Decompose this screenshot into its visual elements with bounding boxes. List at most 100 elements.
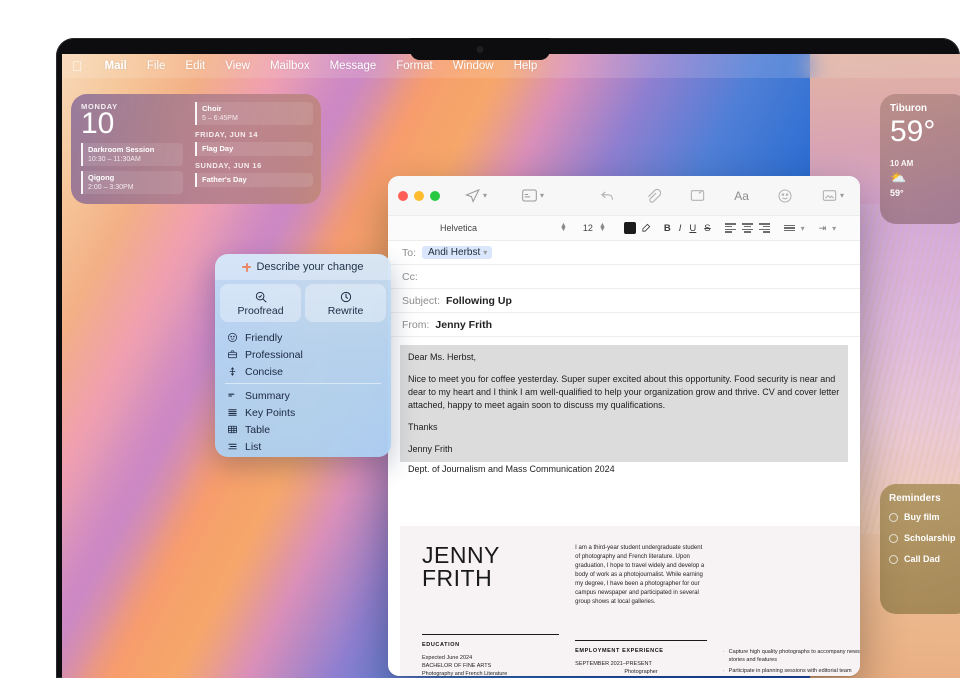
font-family-select[interactable]: Helvetica [440, 223, 560, 233]
menu-item-help[interactable]: Help [504, 60, 548, 72]
align-left-icon[interactable] [725, 223, 736, 232]
text-color-swatch[interactable] [624, 222, 636, 234]
markup-button[interactable] [683, 188, 712, 203]
font-size-stepper[interactable]: ▲▼ [599, 224, 606, 232]
format-key-points[interactable]: Key Points [215, 404, 391, 421]
reminder-item[interactable]: Buy film [889, 512, 960, 522]
reminder-item[interactable]: Call Dad [889, 554, 960, 564]
maximize-button[interactable] [430, 191, 440, 201]
calendar-event-time: 10:30 – 11:30AM [88, 155, 183, 164]
subject-field-row[interactable]: Subject: Following Up [388, 289, 860, 313]
emoji-button[interactable] [771, 188, 799, 204]
stationery-button[interactable]: ▾ [515, 188, 550, 203]
calendar-event-title: Darkroom Session [88, 145, 183, 155]
webcam-icon [477, 46, 484, 53]
undo-button[interactable] [593, 187, 622, 204]
menu-item-mail[interactable]: Mail [95, 60, 137, 72]
highlighter-icon[interactable] [641, 222, 652, 235]
bullet-dot-icon: · [723, 648, 725, 664]
chevron-down-icon[interactable]: ▾ [483, 248, 487, 257]
calendar-event[interactable]: Darkroom Session 10:30 – 11:30AM [81, 143, 183, 166]
subject-label: Subject: [402, 295, 440, 307]
font-size-select[interactable]: 12 [577, 223, 599, 233]
reminder-label: Call Dad [904, 554, 940, 564]
chevron-down-icon[interactable]: ▾ [483, 191, 487, 200]
align-center-icon[interactable] [742, 223, 753, 232]
underline-button[interactable]: U [685, 223, 700, 234]
attach-button[interactable] [638, 187, 667, 204]
apple-logo-icon[interactable]:  [72, 59, 83, 73]
to-field-row[interactable]: To: Andi Herbst ▾ [388, 241, 860, 265]
font-family-stepper[interactable]: ▲▼ [560, 224, 567, 232]
tone-professional[interactable]: Professional [215, 346, 391, 363]
proofread-label: Proofread [237, 305, 283, 317]
calendar-widget[interactable]: MONDAY 10 Darkroom Session 10:30 – 11:30… [71, 94, 321, 204]
italic-button[interactable]: I [675, 223, 686, 234]
window-controls [398, 191, 440, 201]
strikethrough-button[interactable]: S [700, 223, 714, 234]
markup-icon [689, 188, 706, 203]
photos-button[interactable]: ▾ [815, 188, 850, 203]
rewrite-button[interactable]: Rewrite [305, 284, 386, 322]
chevron-down-icon[interactable]: ▾ [840, 191, 844, 200]
resume-bullet-text: Participate in planning sessions with ed… [729, 667, 852, 675]
checkbox-circle-icon[interactable] [889, 534, 898, 543]
bold-button[interactable]: B [660, 223, 675, 234]
format-summary[interactable]: Summary [215, 387, 391, 404]
checkbox-circle-icon[interactable] [889, 513, 898, 522]
key-points-icon [227, 407, 238, 418]
align-right-icon[interactable] [759, 223, 770, 232]
writing-tools-list: Friendly Professional Concise Summa [215, 325, 391, 457]
format-summary-label: Summary [245, 390, 290, 402]
format-button[interactable]: Aa [728, 189, 755, 203]
describe-change-input[interactable]: Describe your change [215, 254, 391, 280]
menu-item-window[interactable]: Window [443, 60, 504, 72]
divider [575, 640, 707, 641]
tone-concise[interactable]: Concise [215, 363, 391, 380]
resume-employment-role: Photographer [575, 668, 707, 676]
resume-education-date: Expected June 2024 [422, 654, 559, 662]
resume-attachment[interactable]: JENNY FRITH EDUCATION Expected June 2024… [400, 526, 860, 676]
menu-item-mailbox[interactable]: Mailbox [260, 60, 320, 72]
resume-middle-column: I am a third-year student undergraduate … [575, 544, 707, 676]
calendar-event[interactable]: Choir 5 – 6:45PM [195, 102, 313, 125]
paperclip-icon [644, 187, 661, 204]
checkbox-circle-icon[interactable] [889, 555, 898, 564]
minimize-button[interactable] [414, 191, 424, 201]
menu-item-edit[interactable]: Edit [175, 60, 215, 72]
send-button[interactable]: ▾ [458, 187, 493, 204]
selected-text-block[interactable]: Dear Ms. Herbst, Nice to meet you for co… [400, 345, 848, 462]
resume-right-column: · Capture high quality photographs to ac… [723, 544, 860, 676]
reminders-title: Reminders [889, 493, 960, 504]
list-style-button[interactable]: ▾ [784, 224, 805, 233]
calendar-event[interactable]: Qigong 2:00 – 3:30PM [81, 171, 183, 194]
proofread-button[interactable]: Proofread [220, 284, 301, 322]
calendar-event[interactable]: Flag Day [195, 142, 313, 156]
weather-widget[interactable]: Tiburon 59° 10 AM ⛅ 59° [880, 94, 960, 224]
resume-last-name: FRITH [422, 567, 559, 590]
format-key-points-label: Key Points [245, 407, 295, 419]
menu-item-format[interactable]: Format [386, 60, 442, 72]
format-table[interactable]: Table [215, 421, 391, 438]
indent-button[interactable]: ⇥ ▾ [819, 223, 837, 234]
reminder-item[interactable]: Scholarship [889, 533, 960, 543]
menu-item-file[interactable]: File [137, 60, 176, 72]
format-list[interactable]: List [215, 438, 391, 455]
writing-tools-panel[interactable]: Describe your change Proofread Rewrite [215, 254, 391, 457]
chevron-down-icon[interactable]: ▾ [540, 191, 544, 200]
tone-friendly[interactable]: Friendly [215, 329, 391, 346]
menu-item-view[interactable]: View [215, 60, 260, 72]
menu-item-message[interactable]: Message [320, 60, 387, 72]
mail-body[interactable]: Dear Ms. Herbst, Nice to meet you for co… [388, 337, 860, 475]
indent-icon: ⇥ [819, 223, 827, 234]
cc-field-row[interactable]: Cc: [388, 265, 860, 289]
close-button[interactable] [398, 191, 408, 201]
from-field-row[interactable]: From: Jenny Frith [388, 313, 860, 337]
chevron-down-icon[interactable]: ▾ [801, 224, 805, 233]
tone-friendly-label: Friendly [245, 332, 282, 344]
mail-compose-window[interactable]: ▾ ▾ [388, 176, 860, 676]
reminders-widget[interactable]: Reminders Buy film Scholarship Call Dad [880, 484, 960, 614]
calendar-event[interactable]: Father's Day [195, 173, 313, 187]
recipient-token[interactable]: Andi Herbst ▾ [422, 246, 492, 259]
chevron-down-icon[interactable]: ▾ [832, 224, 836, 233]
